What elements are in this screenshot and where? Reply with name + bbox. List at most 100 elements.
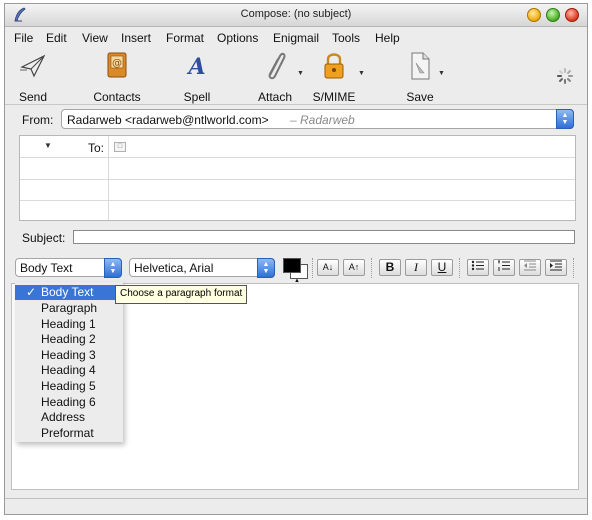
- bulleted-list-button[interactable]: [467, 259, 489, 276]
- option-label: Heading 1: [41, 317, 96, 331]
- subject-label: Subject:: [22, 231, 66, 245]
- paragraph-format-option[interactable]: Heading 2: [15, 332, 123, 347]
- option-label: Heading 6: [41, 395, 96, 409]
- window-title: Compose: (no subject): [240, 8, 352, 20]
- save-button[interactable]: Save: [399, 50, 441, 104]
- recipient-type-to[interactable]: To:: [88, 141, 104, 155]
- toolbar-separator: [459, 258, 461, 278]
- address-input-row-4[interactable]: [109, 201, 575, 221]
- menu-tools[interactable]: Tools: [332, 31, 360, 45]
- address-input-row-2[interactable]: [109, 158, 575, 179]
- to-address-input[interactable]: [109, 136, 575, 157]
- option-label: Address: [41, 410, 86, 424]
- spell-button[interactable]: A Spell: [177, 50, 217, 104]
- menu-insert[interactable]: Insert: [121, 31, 151, 45]
- option-label: Heading 2: [41, 332, 96, 346]
- menu-view[interactable]: View: [82, 31, 108, 45]
- bulleted-list-icon: [471, 260, 484, 271]
- paragraph-format-option[interactable]: Preformat: [15, 426, 123, 441]
- save-label: Save: [406, 90, 434, 104]
- from-identity-name: – Radarweb: [290, 113, 355, 127]
- option-label: Body Text: [41, 285, 94, 299]
- menu-bar: File Edit View Insert Format Options Eni…: [5, 27, 587, 47]
- subject-input[interactable]: [73, 230, 575, 244]
- menu-format[interactable]: Format: [166, 31, 204, 45]
- menu-enigmail[interactable]: Enigmail: [273, 31, 319, 45]
- menu-file[interactable]: File: [14, 31, 33, 45]
- smime-menu-arrow-icon[interactable]: ▼: [358, 70, 365, 77]
- title-bar[interactable]: Compose: (no subject): [5, 4, 587, 27]
- smime-label: S/MIME: [312, 90, 356, 104]
- attach-menu-arrow-icon[interactable]: ▼: [297, 70, 304, 77]
- indent-icon: [550, 260, 562, 271]
- paragraph-format-option[interactable]: Address: [15, 410, 123, 425]
- attach-label: Attach: [257, 90, 293, 104]
- larger-text-button[interactable]: A↑: [343, 259, 365, 276]
- option-label: Preformat: [41, 426, 94, 440]
- paragraph-format-option[interactable]: Paragraph: [15, 301, 123, 316]
- svg-text:A: A: [186, 54, 205, 80]
- font-value: Helvetica, Arial: [134, 261, 214, 275]
- smime-button[interactable]: S/MIME: [311, 50, 357, 104]
- send-label: Send: [18, 90, 48, 104]
- paragraph-format-option[interactable]: Heading 1: [15, 317, 123, 332]
- option-label: Paragraph: [41, 301, 98, 315]
- activity-throbber-icon: [557, 68, 573, 84]
- save-document-icon: [411, 52, 430, 80]
- italic-button[interactable]: I: [405, 259, 427, 276]
- from-identity-value: Radarweb <radarweb@ntlworld.com>: [67, 113, 269, 127]
- option-label: Heading 5: [41, 379, 96, 393]
- send-icon: [20, 54, 46, 78]
- main-toolbar: Send @ Contacts A Spell Attach ▼ S/MIME …: [5, 48, 587, 105]
- lock-icon: [324, 53, 344, 79]
- toolbar-separator: [312, 258, 314, 278]
- checkmark-icon: ✓: [26, 285, 37, 299]
- toolbar-separator: [573, 258, 575, 278]
- spell-label: Spell: [183, 90, 211, 104]
- option-label: Heading 3: [41, 348, 96, 362]
- spell-check-icon: A: [186, 54, 205, 80]
- paragraph-format-option[interactable]: Heading 3: [15, 348, 123, 363]
- attach-button[interactable]: Attach: [253, 50, 297, 104]
- contacts-label: Contacts: [93, 90, 141, 104]
- smaller-text-button[interactable]: A↓: [317, 259, 339, 276]
- zoom-button[interactable]: [546, 8, 560, 22]
- paperclip-icon: [268, 52, 286, 80]
- compose-window: Compose: (no subject) File Edit View Ins…: [4, 3, 588, 515]
- paragraph-format-option[interactable]: Heading 5: [15, 379, 123, 394]
- contacts-button[interactable]: @ Contacts: [89, 50, 145, 104]
- send-button[interactable]: Send: [11, 50, 55, 104]
- paragraph-format-value: Body Text: [20, 261, 73, 275]
- text-color-swatch[interactable]: [283, 258, 301, 273]
- address-input-row-3[interactable]: [109, 180, 575, 200]
- outdent-button[interactable]: [519, 259, 541, 276]
- menu-edit[interactable]: Edit: [46, 31, 67, 45]
- close-button[interactable]: [565, 8, 579, 22]
- up-down-arrows-icon: ▲ ▼: [257, 258, 275, 278]
- recipient-type-dropdown-icon[interactable]: ▼: [44, 141, 52, 150]
- from-label: From:: [22, 113, 54, 127]
- minimize-button[interactable]: [527, 8, 541, 22]
- svg-text:@: @: [112, 58, 122, 69]
- bold-button[interactable]: B: [379, 259, 401, 276]
- address-book-icon: @: [107, 52, 127, 78]
- paragraph-format-option[interactable]: Heading 6: [15, 395, 123, 410]
- indent-button[interactable]: [545, 259, 567, 276]
- save-menu-arrow-icon[interactable]: ▼: [438, 70, 445, 77]
- underline-button[interactable]: U: [431, 259, 453, 276]
- font-select[interactable]: Helvetica, Arial ▲ ▼: [129, 258, 275, 278]
- paragraph-format-select[interactable]: Body Text ▲ ▼: [15, 258, 122, 278]
- numbered-list-button[interactable]: [493, 259, 515, 276]
- format-toolbar: Body Text ▲ ▼ Helvetica, Arial ▲ ▼ ▲ A↓ A↑…: [5, 252, 587, 284]
- paragraph-format-option[interactable]: Heading 4: [15, 363, 123, 378]
- paragraph-format-option[interactable]: ✓ Body Text: [15, 285, 123, 300]
- status-bar: [5, 498, 587, 513]
- from-identity-select[interactable]: Radarweb <radarweb@ntlworld.com> – Radar…: [61, 109, 574, 129]
- paragraph-format-dropdown: ✓ Body Text Paragraph Heading 1 Heading …: [15, 282, 123, 442]
- tooltip: Choose a paragraph format: [115, 285, 248, 304]
- menu-options[interactable]: Options: [217, 31, 258, 45]
- menu-help[interactable]: Help: [375, 31, 400, 45]
- up-down-arrows-icon: ▲ ▼: [556, 109, 574, 129]
- option-label: Heading 4: [41, 363, 96, 377]
- up-down-arrows-icon: ▲ ▼: [104, 258, 122, 278]
